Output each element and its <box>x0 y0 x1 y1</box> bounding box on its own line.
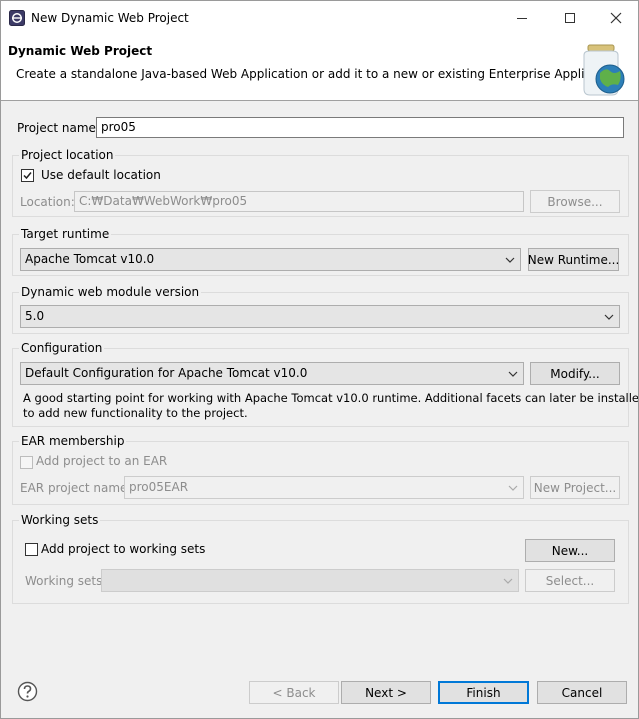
configuration-description-line2: to add new functionality to the project. <box>23 406 248 420</box>
module-version-dropdown[interactable]: 5.0 <box>20 305 620 328</box>
working-sets-dropdown[interactable] <box>101 569 519 592</box>
close-button[interactable] <box>593 1 638 35</box>
module-version-selected: 5.0 <box>25 309 45 323</box>
minimize-button[interactable] <box>499 1 545 35</box>
configuration-selected: Default Configuration for Apache Tomcat … <box>25 366 308 380</box>
cancel-button[interactable]: Cancel <box>537 681 627 704</box>
chevron-down-icon <box>604 314 614 320</box>
eclipse-icon <box>9 10 25 26</box>
wizard-title: Dynamic Web Project <box>8 44 153 58</box>
add-to-working-sets-checkbox[interactable] <box>25 543 38 556</box>
maximize-button[interactable] <box>547 1 593 35</box>
target-runtime-dropdown[interactable]: Apache Tomcat v10.0 <box>20 248 521 271</box>
new-ear-project-button[interactable]: New Project... <box>530 476 620 499</box>
window-title: New Dynamic Web Project <box>31 11 189 25</box>
chevron-down-icon <box>508 485 518 491</box>
module-version-group-label: Dynamic web module version <box>19 285 202 299</box>
modify-button[interactable]: Modify... <box>530 362 620 385</box>
maximize-icon <box>565 13 575 23</box>
ear-membership-group-label: EAR membership <box>19 434 127 448</box>
target-runtime-selected: Apache Tomcat v10.0 <box>25 252 155 266</box>
new-working-set-button[interactable]: New... <box>525 539 615 562</box>
configuration-dropdown[interactable]: Default Configuration for Apache Tomcat … <box>20 362 524 385</box>
select-working-sets-button[interactable]: Select... <box>525 569 615 592</box>
chevron-down-icon <box>508 371 518 377</box>
help-icon[interactable] <box>17 681 38 702</box>
title-bar: New Dynamic Web Project <box>1 1 638 35</box>
working-sets-group-label: Working sets <box>19 513 101 527</box>
add-to-ear-label: Add project to an EAR <box>36 454 168 468</box>
dialog-window: New Dynamic Web Project Dynamic Web Proj… <box>0 0 639 719</box>
back-button[interactable]: < Back <box>249 681 339 704</box>
wizard-description: Create a standalone Java-based Web Appli… <box>16 67 626 81</box>
project-name-label: Project name: <box>17 121 100 135</box>
browse-button[interactable]: Browse... <box>530 190 620 213</box>
ear-project-name-dropdown[interactable]: pro05EAR <box>124 476 524 499</box>
web-project-jar-globe-icon <box>583 44 625 96</box>
wizard-header: Dynamic Web Project Create a standalone … <box>1 35 638 101</box>
finish-button[interactable]: Finish <box>438 681 529 704</box>
checkmark-icon <box>23 172 32 180</box>
target-runtime-group-label: Target runtime <box>19 227 112 241</box>
project-location-group-label: Project location <box>19 148 116 162</box>
chevron-down-icon <box>505 257 515 263</box>
use-default-location-checkbox[interactable] <box>21 169 34 182</box>
new-runtime-button[interactable]: New Runtime... <box>528 248 619 271</box>
ear-project-name-label: EAR project name: <box>20 481 132 495</box>
add-to-working-sets-label: Add project to working sets <box>41 542 206 556</box>
location-label: Location: <box>20 195 75 209</box>
chevron-down-icon <box>503 578 513 584</box>
project-name-input[interactable]: pro05 <box>96 117 624 138</box>
ear-project-name-value: pro05EAR <box>129 480 189 494</box>
configuration-description-line1: A good starting point for working with A… <box>23 391 639 405</box>
next-button[interactable]: Next > <box>341 681 431 704</box>
minimize-icon <box>517 18 527 19</box>
working-sets-label: Working sets: <box>25 574 107 588</box>
use-default-location-label: Use default location <box>41 168 161 182</box>
add-to-ear-checkbox[interactable] <box>20 456 33 469</box>
close-icon <box>610 12 622 24</box>
location-input[interactable]: C:₩Data₩WebWork₩pro05 <box>74 191 524 212</box>
configuration-group-label: Configuration <box>19 341 105 355</box>
